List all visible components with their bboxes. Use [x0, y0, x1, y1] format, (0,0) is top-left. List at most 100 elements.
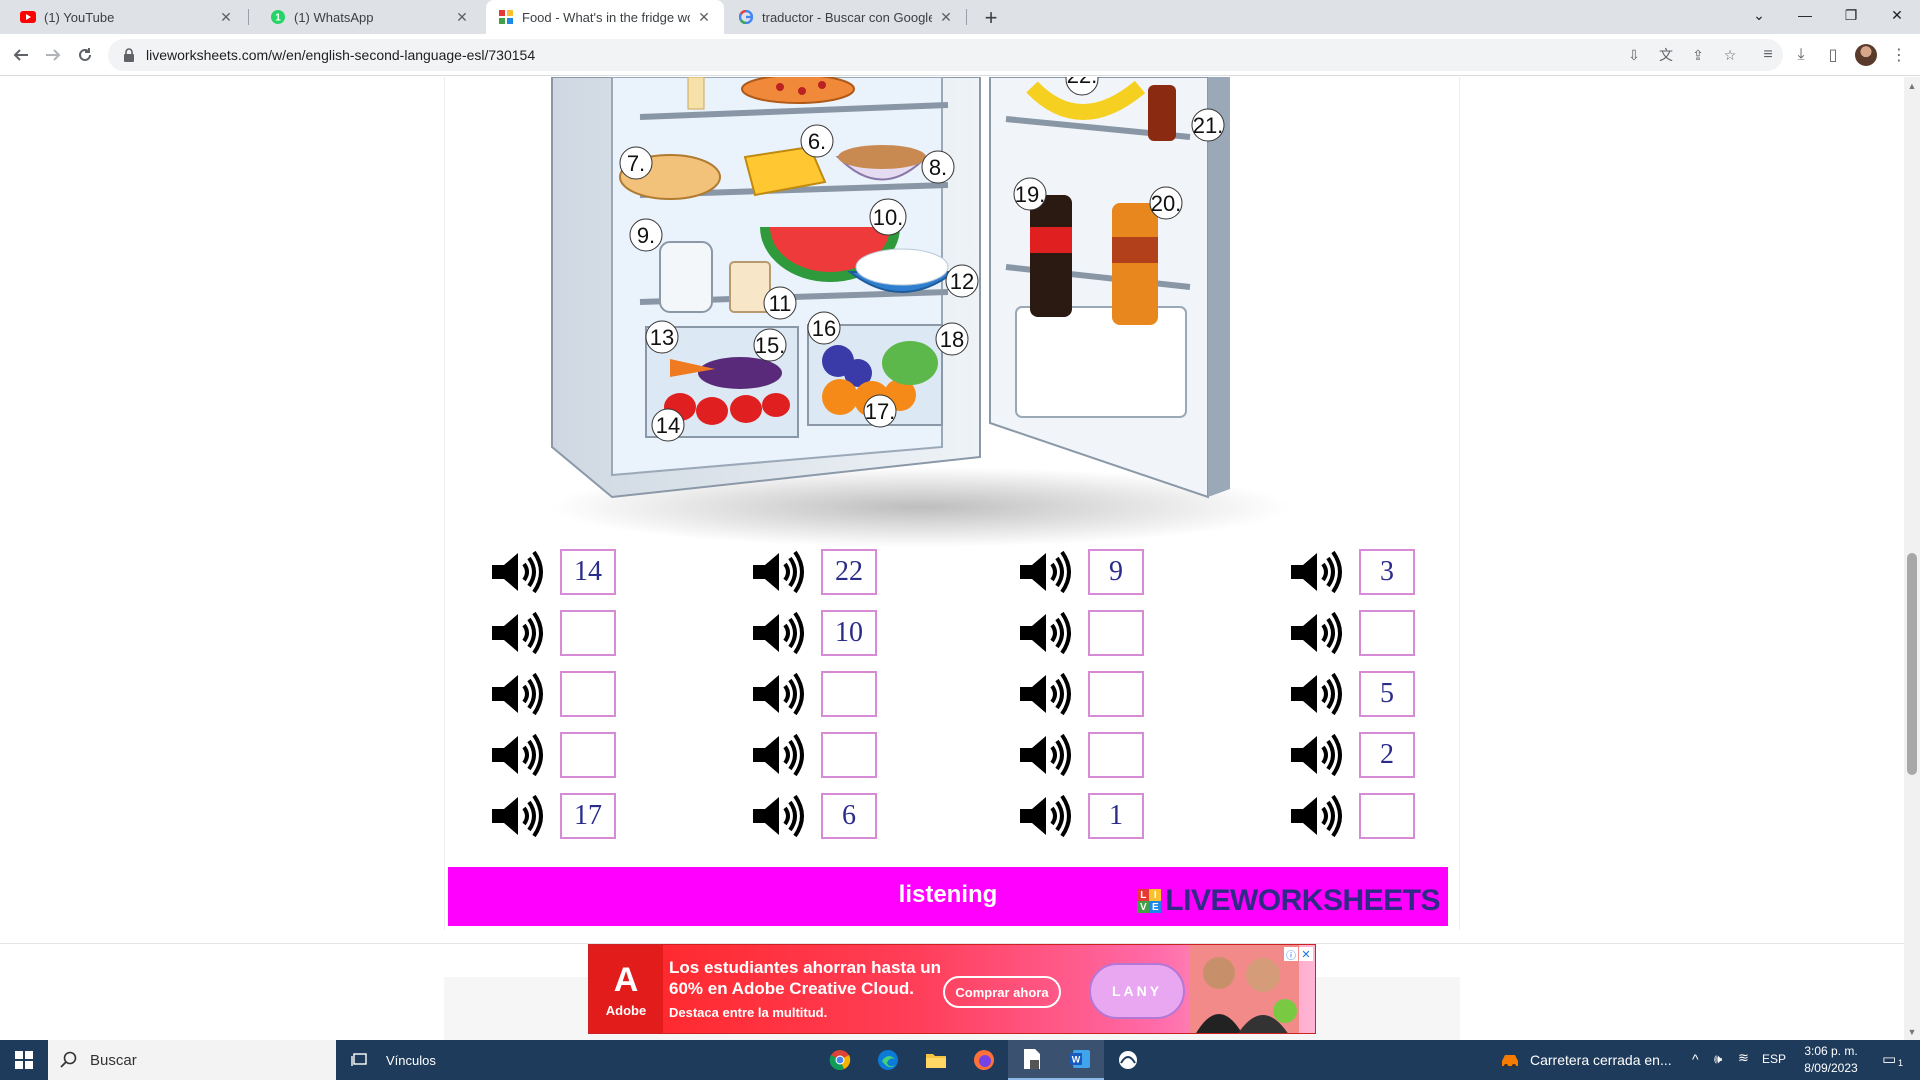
- scroll-down-icon[interactable]: ▼: [1907, 1027, 1917, 1037]
- start-button[interactable]: [0, 1040, 48, 1080]
- answer-input[interactable]: [560, 732, 616, 778]
- ad-info-icon[interactable]: ⓘ: [1284, 947, 1298, 962]
- answer-input[interactable]: 5: [1359, 671, 1415, 717]
- file-viewer-taskbar-icon[interactable]: [1008, 1040, 1056, 1080]
- scroll-thumb[interactable]: [1907, 553, 1917, 775]
- links-toolbar[interactable]: Vínculos: [386, 1040, 436, 1080]
- speaker-icon[interactable]: [751, 671, 805, 717]
- answer-input[interactable]: [1359, 793, 1415, 839]
- speaker-icon[interactable]: [751, 732, 805, 778]
- task-view-button[interactable]: [336, 1040, 384, 1080]
- answer-input[interactable]: 9: [1088, 549, 1144, 595]
- close-icon[interactable]: ✕: [218, 9, 234, 25]
- app-taskbar-icon[interactable]: [1104, 1040, 1152, 1080]
- file-explorer-taskbar-icon[interactable]: [912, 1040, 960, 1080]
- side-panel-icon[interactable]: ▯: [1822, 44, 1844, 66]
- ad-close-icon[interactable]: ✕: [1299, 947, 1313, 961]
- speaker-icon[interactable]: [751, 610, 805, 656]
- word-taskbar-icon[interactable]: W: [1056, 1040, 1104, 1080]
- back-arrow-icon: [13, 49, 28, 61]
- firefox-taskbar-icon[interactable]: [960, 1040, 1008, 1080]
- label-16: 16: [807, 311, 841, 345]
- speaker-icon[interactable]: [490, 671, 544, 717]
- wifi-icon[interactable]: ≋: [1738, 1050, 1749, 1066]
- notification-center-icon[interactable]: ▭: [1882, 1050, 1896, 1068]
- ad-cta-button[interactable]: Comprar ahora: [943, 976, 1061, 1008]
- bookmark-star-icon[interactable]: ☆: [1721, 46, 1739, 64]
- adobe-advertisement[interactable]: A Adobe Los estudiantes ahorran hasta un…: [588, 944, 1316, 1034]
- answer-input[interactable]: [1088, 732, 1144, 778]
- answer-input[interactable]: [560, 610, 616, 656]
- chrome-taskbar-icon[interactable]: [816, 1040, 864, 1080]
- minimize-button[interactable]: —: [1782, 0, 1828, 30]
- traffic-notice[interactable]: Carretera cerrada en...: [1500, 1040, 1672, 1080]
- speaker-icon[interactable]: [1289, 793, 1343, 839]
- tab-whatsapp[interactable]: 1 (1) WhatsApp ✕: [250, 0, 482, 34]
- liveworksheets-logo[interactable]: L I V E LIVEWORKSHEETS: [1137, 883, 1440, 919]
- speaker-icon[interactable]: [1289, 549, 1343, 595]
- volume-icon[interactable]: 🕪: [1714, 1051, 1722, 1067]
- answer-input[interactable]: 2: [1359, 732, 1415, 778]
- answer-input[interactable]: 22: [821, 549, 877, 595]
- tab-youtube[interactable]: (1) YouTube ✕: [0, 0, 246, 34]
- close-icon[interactable]: ✕: [696, 9, 712, 25]
- answer-input[interactable]: [560, 671, 616, 717]
- answer-input[interactable]: 17: [560, 793, 616, 839]
- scroll-up-icon[interactable]: ▲: [1907, 81, 1917, 91]
- label-19: 19.: [1013, 177, 1047, 211]
- answer-input[interactable]: [821, 732, 877, 778]
- speaker-icon[interactable]: [490, 793, 544, 839]
- speaker-icon[interactable]: [1018, 610, 1072, 656]
- page-scrollbar[interactable]: ▲ ▼: [1904, 77, 1920, 1041]
- speaker-icon[interactable]: [1018, 732, 1072, 778]
- speaker-icon[interactable]: [1289, 732, 1343, 778]
- speaker-icon[interactable]: [1018, 671, 1072, 717]
- address-bar[interactable]: liveworksheets.com/w/en/english-second-l…: [108, 39, 1783, 71]
- taskbar-search[interactable]: Buscar: [48, 1040, 336, 1080]
- restore-button[interactable]: ❐: [1828, 0, 1874, 30]
- tab-google[interactable]: traductor - Buscar con Google ✕: [726, 0, 966, 34]
- back-button[interactable]: [6, 40, 36, 70]
- speaker-icon[interactable]: [1289, 610, 1343, 656]
- tab-liveworksheets[interactable]: Food - What's in the fridge work ✕: [486, 0, 724, 34]
- close-icon[interactable]: ✕: [938, 9, 954, 25]
- answer-input[interactable]: 1: [1088, 793, 1144, 839]
- speaker-icon[interactable]: [751, 549, 805, 595]
- speaker-icon[interactable]: [490, 549, 544, 595]
- reading-list-icon[interactable]: ≡: [1757, 44, 1779, 66]
- speaker-icon[interactable]: [490, 610, 544, 656]
- answer-input[interactable]: [821, 671, 877, 717]
- language-indicator[interactable]: ESP: [1762, 1052, 1786, 1066]
- speaker-icon[interactable]: [751, 793, 805, 839]
- answer-input[interactable]: [1088, 671, 1144, 717]
- speaker-icon[interactable]: [490, 732, 544, 778]
- profile-avatar[interactable]: [1855, 44, 1877, 66]
- speaker-icon[interactable]: [1018, 549, 1072, 595]
- answer-input[interactable]: 14: [560, 549, 616, 595]
- taskbar-clock[interactable]: 3:06 p. m. 8/09/2023: [1794, 1043, 1868, 1077]
- reload-button[interactable]: [70, 40, 100, 70]
- answer-input[interactable]: [1359, 610, 1415, 656]
- label-14: 14: [651, 408, 685, 442]
- answer-cell: 1: [1018, 793, 1144, 839]
- menu-kebab-icon[interactable]: ⋮: [1888, 44, 1910, 66]
- new-tab-button[interactable]: +: [978, 5, 1004, 31]
- download-icon[interactable]: ⤓: [1790, 44, 1812, 66]
- answer-input[interactable]: 6: [821, 793, 877, 839]
- answer-input[interactable]: 10: [821, 610, 877, 656]
- speaker-icon[interactable]: [1018, 793, 1072, 839]
- speaker-icon[interactable]: [1289, 671, 1343, 717]
- translate-icon[interactable]: 文: [1657, 46, 1675, 64]
- tab-search-icon[interactable]: ⌄: [1736, 0, 1782, 30]
- install-app-icon[interactable]: ⇩: [1625, 46, 1643, 64]
- chevron-up-icon[interactable]: ^: [1692, 1051, 1699, 1067]
- label-8: 8.: [921, 150, 955, 184]
- window-close-button[interactable]: ✕: [1874, 0, 1920, 30]
- answer-cell: [751, 732, 877, 778]
- forward-button[interactable]: [38, 40, 68, 70]
- share-icon[interactable]: ⇪: [1689, 46, 1707, 64]
- close-icon[interactable]: ✕: [454, 9, 470, 25]
- answer-input[interactable]: [1088, 610, 1144, 656]
- answer-input[interactable]: 3: [1359, 549, 1415, 595]
- edge-taskbar-icon[interactable]: [864, 1040, 912, 1080]
